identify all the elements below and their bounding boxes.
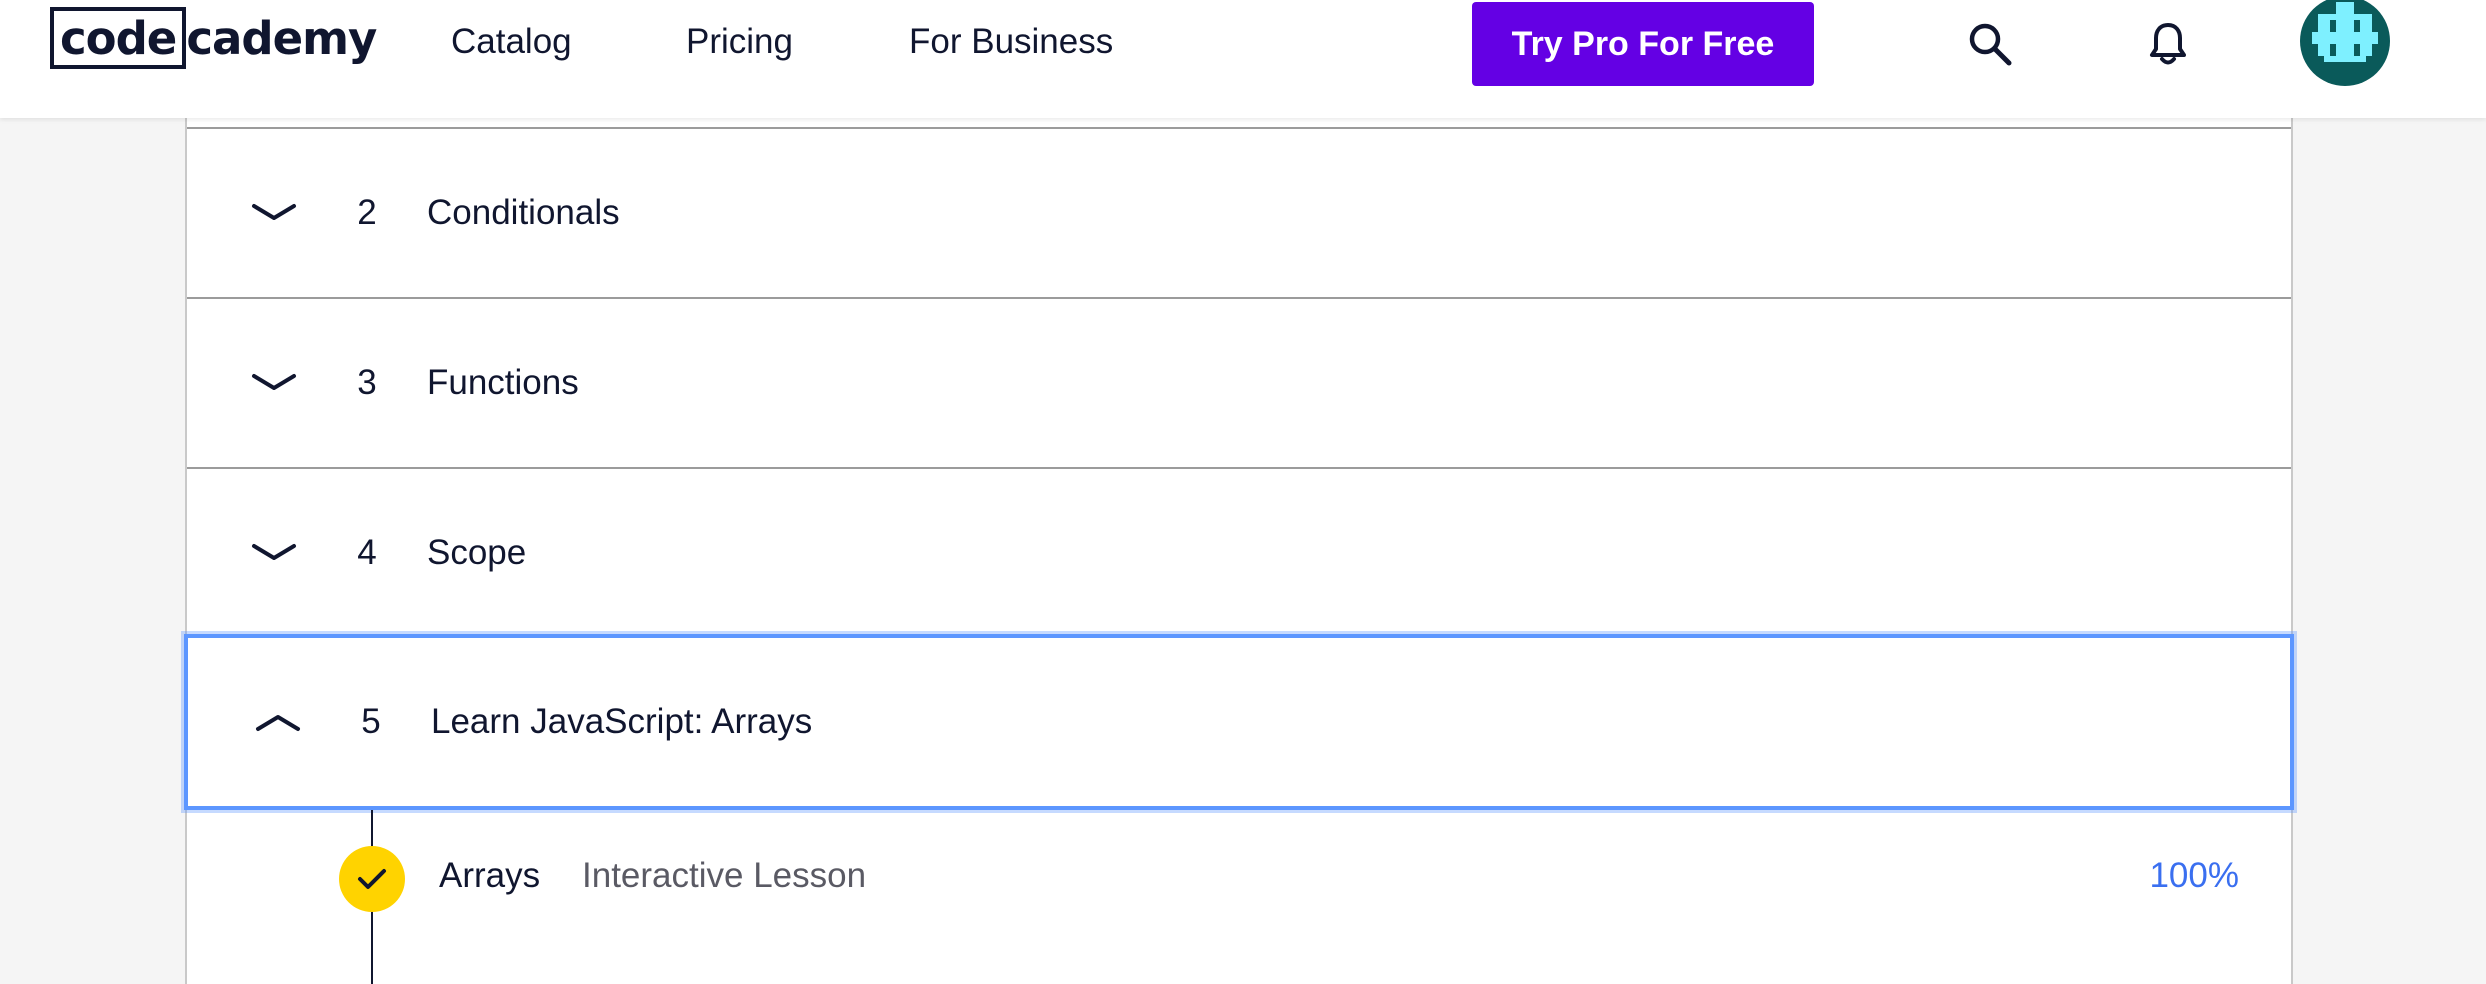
lesson-row-arrays[interactable]: Arrays Interactive Lesson 100% [187,808,2291,954]
module-title: Scope [427,533,527,572]
logo-rest-text: cademy [186,11,377,65]
lesson-progress: 100% [2149,856,2239,895]
lesson-type: Interactive Lesson [582,856,867,895]
module-row-conditionals[interactable]: 2 Conditionals [187,127,2291,297]
logo-boxed-text: code [50,7,187,69]
module-row-functions[interactable]: 3 Functions [187,297,2291,467]
module-row-arrays[interactable]: 5 Learn JavaScript: Arrays [184,634,2294,810]
search-icon [1969,23,2012,66]
module-number: 4 [357,533,377,572]
chevron-down-icon [252,374,296,390]
module-number: 2 [357,193,377,232]
top-nav: code cademy Catalog Pricing For Business… [0,0,2486,118]
bell-icon [2150,23,2186,65]
codecademy-logo[interactable]: code cademy [50,6,377,70]
chevron-up-icon [256,715,300,731]
completed-check-badge [339,846,405,912]
syllabus-panel: 2 Conditionals 3 Functions 4 Scope 5 Lea… [184,118,2294,984]
checkmark-icon [358,869,386,889]
user-avatar[interactable] [2300,0,2390,86]
module-title: Functions [427,363,579,402]
search-button[interactable] [1962,16,2018,72]
module-row-scope[interactable]: 4 Scope [187,467,2291,637]
nav-catalog[interactable]: Catalog [451,20,572,64]
module-title: Conditionals [427,193,620,232]
lesson-name: Arrays [439,856,541,895]
nav-for-business[interactable]: For Business [909,20,1113,64]
chevron-down-icon [252,544,296,560]
chevron-down-icon [252,204,296,220]
nav-pricing[interactable]: Pricing [686,20,793,64]
module-title: Learn JavaScript: Arrays [431,702,813,741]
try-pro-button[interactable]: Try Pro For Free [1472,2,1814,86]
notifications-button[interactable] [2140,16,2196,72]
module-number: 5 [361,702,381,741]
avatar-icon [2312,2,2378,62]
module-number: 3 [357,363,377,402]
